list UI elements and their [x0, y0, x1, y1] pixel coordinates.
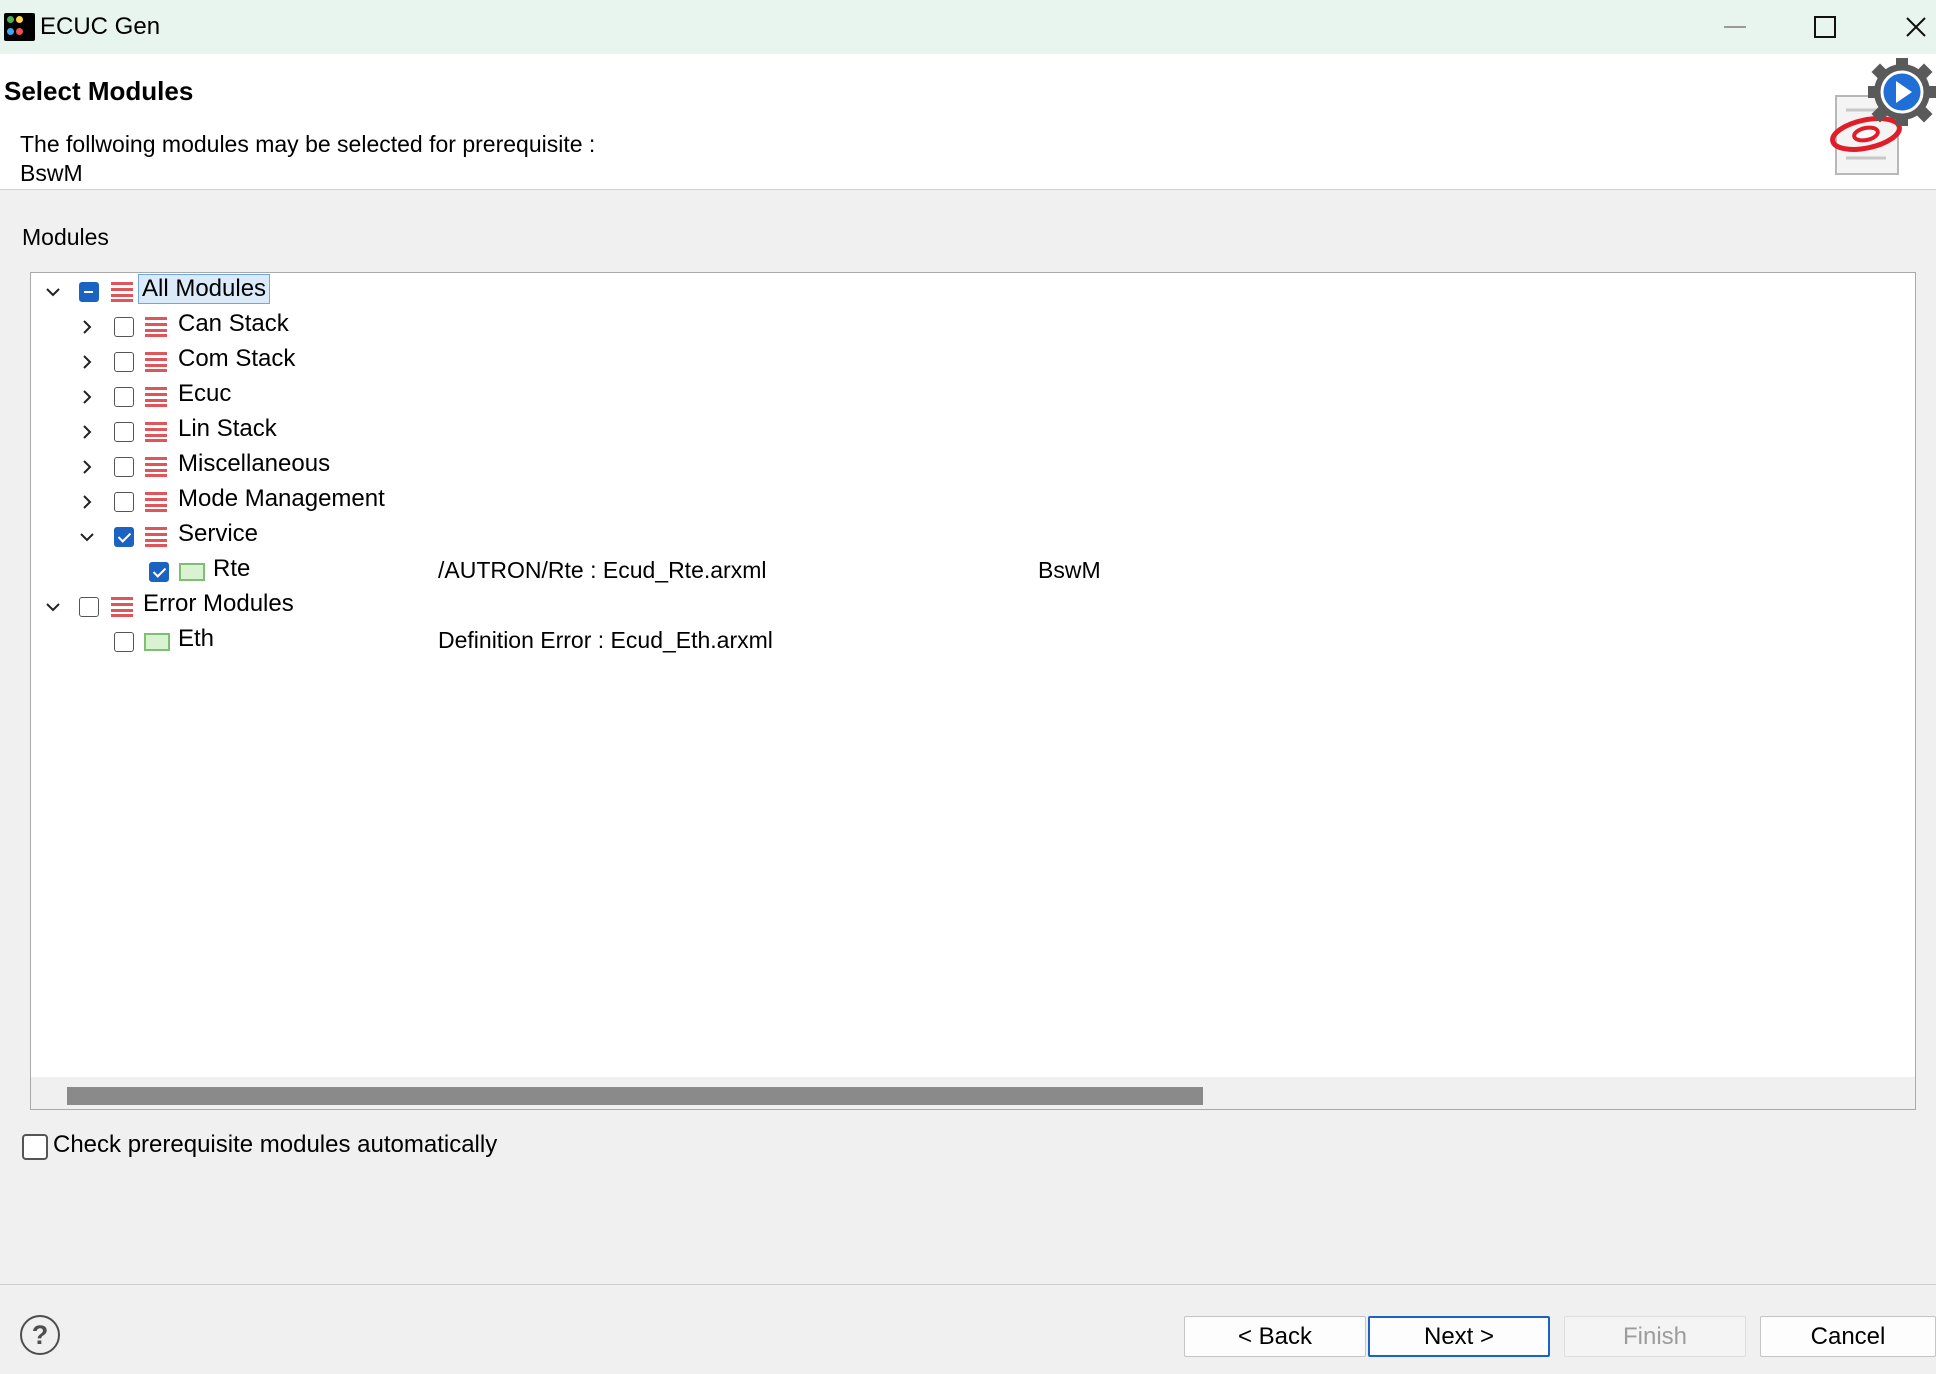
checkbox-rte[interactable] — [149, 562, 169, 582]
chevron-right-icon[interactable] — [77, 387, 97, 407]
chevron-right-icon[interactable] — [77, 457, 97, 477]
back-button[interactable]: < Back — [1184, 1316, 1366, 1357]
modules-tree[interactable]: All Modules Can Stack Com Stack Ecuc Lin… — [30, 272, 1916, 1110]
stack-icon — [145, 387, 167, 407]
tree-item-label: Error Modules — [143, 590, 294, 617]
tree-item-label: Com Stack — [178, 345, 296, 372]
checkbox-lin-stack[interactable] — [114, 422, 134, 442]
tree-item-mode-management[interactable]: Mode Management — [31, 485, 1915, 519]
next-button[interactable]: Next > — [1368, 1316, 1550, 1357]
close-icon — [1906, 17, 1926, 37]
checkbox-eth[interactable] — [114, 632, 134, 652]
stack-icon — [145, 492, 167, 512]
tree-item-label: Ecuc — [178, 380, 232, 407]
stack-icon — [145, 422, 167, 442]
tree-item-label: Mode Management — [178, 485, 385, 512]
tree-item-label: Rte — [213, 555, 251, 582]
tree-item-all-modules[interactable]: All Modules — [31, 274, 1915, 309]
footer-divider — [0, 1284, 1936, 1285]
chevron-down-icon[interactable] — [77, 527, 97, 547]
auto-check-label[interactable]: Check prerequisite modules automatically — [53, 1131, 497, 1159]
module-path: Definition Error : Ecud_Eth.arxml — [438, 627, 773, 653]
page-description: The follwoing modules may be selected fo… — [20, 131, 596, 157]
tree-item-label: Eth — [178, 625, 215, 652]
tree-item-eth[interactable]: Eth Definition Error : Ecud_Eth.arxml — [31, 625, 1915, 659]
checkbox-miscellaneous[interactable] — [114, 457, 134, 477]
module-path: /AUTRON/Rte : Ecud_Rte.arxml — [438, 557, 767, 583]
checkbox-error-modules[interactable] — [79, 597, 99, 617]
tree-item-error-modules[interactable]: Error Modules — [31, 590, 1915, 624]
tree-item-label: Miscellaneous — [178, 450, 331, 477]
tree-item-label: Can Stack — [178, 310, 289, 337]
tree-item-service[interactable]: Service — [31, 520, 1915, 554]
tree-item-label: All Modules — [137, 274, 271, 304]
chevron-down-icon[interactable] — [43, 282, 63, 302]
wizard-gear-icon — [1830, 58, 1936, 175]
modules-label: Modules — [22, 224, 109, 250]
stack-icon — [145, 527, 167, 547]
close-button[interactable] — [1876, 0, 1936, 54]
help-icon: ? — [31, 1319, 49, 1350]
checkbox-can-stack[interactable] — [114, 317, 134, 337]
auto-check-checkbox[interactable] — [22, 1134, 48, 1160]
finish-button[interactable]: Finish — [1564, 1316, 1746, 1357]
tree-item-miscellaneous[interactable]: Miscellaneous — [31, 450, 1915, 484]
page-prerequisite: BswM — [20, 160, 83, 186]
module-icon — [179, 563, 205, 581]
checkbox-ecuc[interactable] — [114, 387, 134, 407]
tree-item-label: Service — [178, 520, 259, 547]
module-icon — [144, 633, 170, 651]
cancel-button[interactable]: Cancel — [1760, 1316, 1936, 1357]
tree-item-com-stack[interactable]: Com Stack — [31, 345, 1915, 379]
page-title: Select Modules — [4, 76, 194, 106]
horizontal-scrollbar[interactable] — [31, 1077, 1915, 1109]
chevron-down-icon[interactable] — [43, 597, 63, 617]
scrollbar-thumb[interactable] — [67, 1087, 1203, 1105]
stack-icon — [111, 282, 133, 302]
maximize-button[interactable] — [1785, 0, 1865, 54]
checkbox-all-modules[interactable] — [79, 282, 99, 302]
chevron-right-icon[interactable] — [77, 352, 97, 372]
stack-icon — [111, 597, 133, 617]
app-icon — [4, 13, 35, 41]
wizard-banner: Select Modules The follwoing modules may… — [0, 54, 1936, 190]
window-title: ECUC Gen — [40, 13, 161, 40]
checkbox-com-stack[interactable] — [114, 352, 134, 372]
tree-item-rte[interactable]: Rte /AUTRON/Rte : Ecud_Rte.arxml BswM — [31, 555, 1915, 589]
tree-item-label: Lin Stack — [178, 415, 277, 442]
checkbox-service[interactable] — [114, 527, 134, 547]
stack-icon — [145, 457, 167, 477]
chevron-right-icon[interactable] — [77, 492, 97, 512]
help-button[interactable]: ? — [20, 1315, 60, 1355]
minimize-button[interactable] — [1695, 0, 1775, 54]
stack-icon — [145, 352, 167, 372]
tree-item-can-stack[interactable]: Can Stack — [31, 310, 1915, 344]
stack-icon — [145, 317, 167, 337]
module-prerequisite: BswM — [1038, 557, 1101, 583]
tree-item-lin-stack[interactable]: Lin Stack — [31, 415, 1915, 449]
tree-item-ecuc[interactable]: Ecuc — [31, 380, 1915, 414]
title-bar: ECUC Gen — [0, 0, 1936, 54]
chevron-right-icon[interactable] — [77, 422, 97, 442]
checkbox-mode-management[interactable] — [114, 492, 134, 512]
chevron-right-icon[interactable] — [77, 317, 97, 337]
